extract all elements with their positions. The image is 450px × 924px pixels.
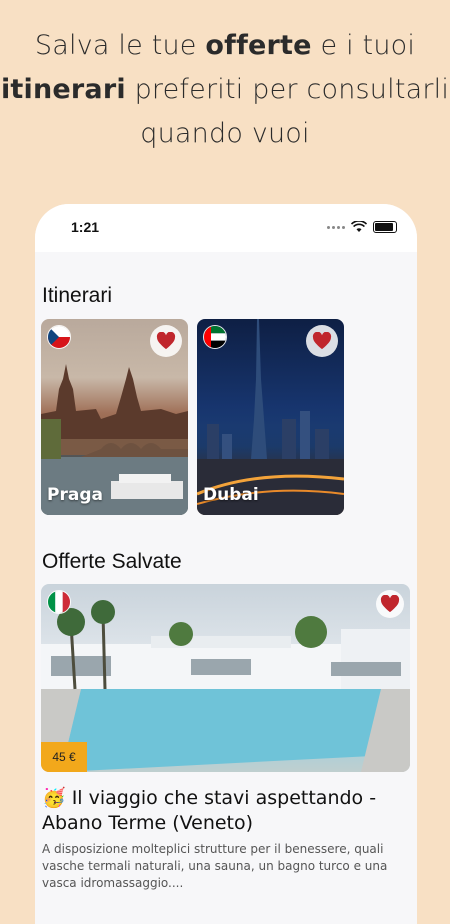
- offerte-title: Offerte Salvate: [42, 550, 182, 573]
- czech-flag-icon: [47, 325, 71, 349]
- favorite-heart-button[interactable]: [150, 325, 182, 357]
- favorite-heart-button[interactable]: [376, 590, 404, 618]
- heart-icon: [380, 595, 400, 613]
- itinerary-label: Praga: [47, 485, 103, 505]
- heart-icon: [156, 332, 176, 350]
- status-time: 1:21: [71, 219, 100, 235]
- status-bar: 1:21: [35, 204, 417, 252]
- itinerary-label: Dubai: [203, 485, 259, 505]
- itinerary-card-praga[interactable]: Praga: [41, 319, 188, 515]
- offer-description: A disposizione molteplici strutture per …: [42, 842, 388, 890]
- phone-screen: 1:21 Itinerari Praga Dubai Offerte Salva…: [35, 204, 417, 924]
- offer-card-image[interactable]: 45 €: [41, 584, 410, 772]
- itinerary-card-dubai[interactable]: Dubai: [197, 319, 344, 515]
- itinerari-title: Itinerari: [42, 284, 113, 307]
- favorite-heart-button[interactable]: [306, 325, 338, 357]
- battery-icon: [373, 221, 397, 233]
- uae-flag-icon: [203, 325, 227, 349]
- status-icons: [327, 221, 397, 233]
- signal-icon: [327, 225, 345, 229]
- italy-flag-icon: [47, 590, 71, 614]
- heart-icon: [312, 332, 332, 350]
- wifi-icon: [351, 221, 367, 232]
- offer-title[interactable]: 🥳 Il viaggio che stavi aspettando - Aban…: [42, 786, 404, 836]
- hotel-pool-image: [41, 600, 410, 772]
- price-badge: 45 €: [41, 742, 87, 772]
- promo-headline: Salva le tue offerte e i tuoi itinerari …: [0, 30, 450, 149]
